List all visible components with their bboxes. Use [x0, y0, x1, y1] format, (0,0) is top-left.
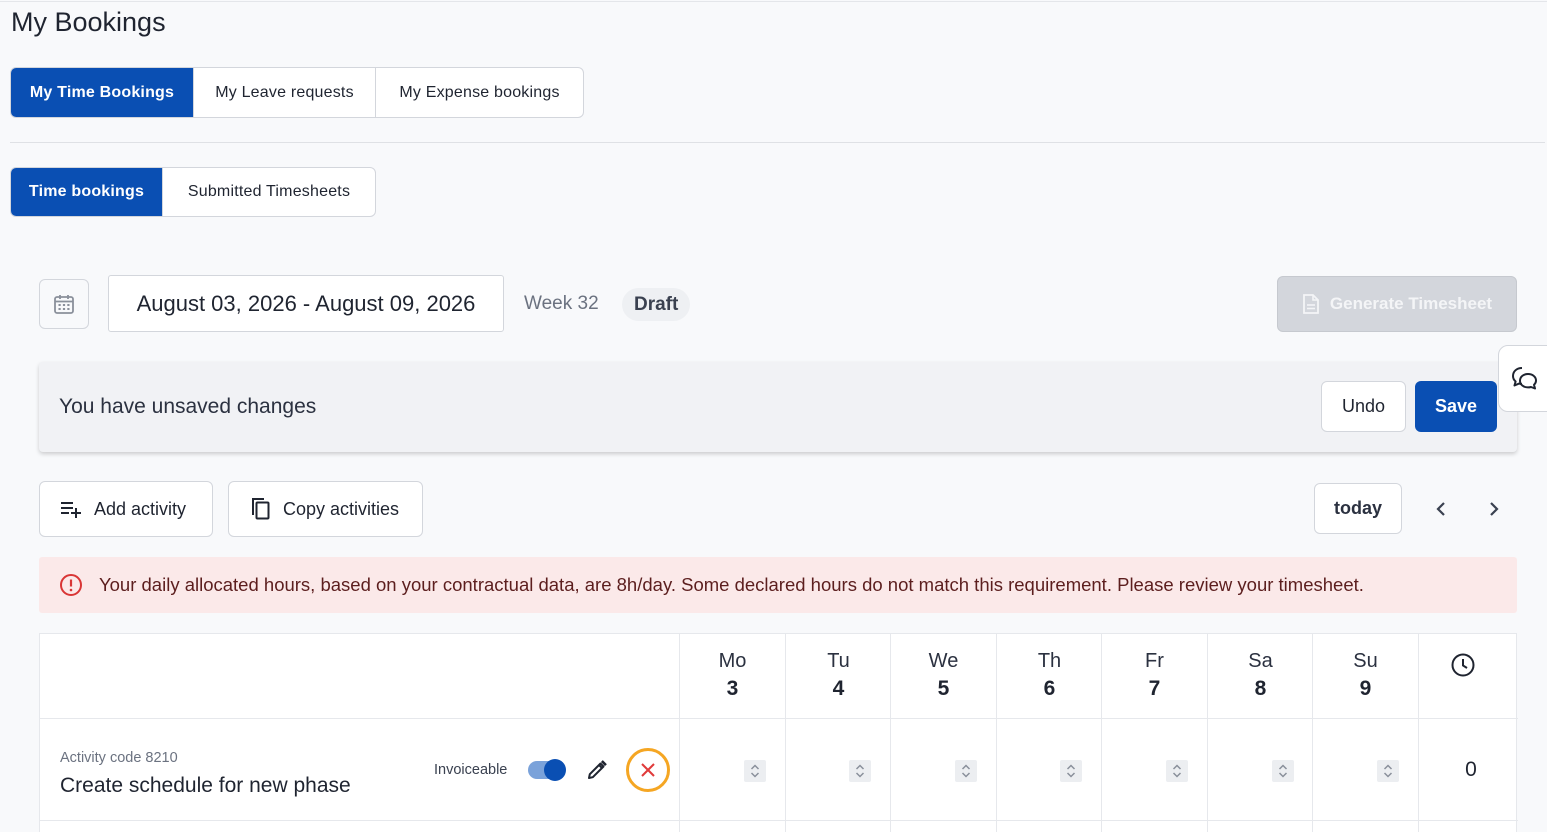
delete-activity-button[interactable]: [626, 748, 670, 792]
day-name: Sa: [1248, 650, 1273, 672]
day-name: Fr: [1145, 650, 1164, 672]
day-number: 7: [1148, 677, 1161, 700]
sub-tabs: Time bookings Submitted Timesheets: [10, 167, 376, 217]
alert-circle-icon: [59, 573, 83, 597]
previous-week-button[interactable]: [1426, 494, 1456, 524]
day-number: 4: [832, 677, 845, 700]
up-down-icon: [961, 764, 971, 778]
invoiceable-label: Invoiceable: [434, 762, 508, 778]
day-number: 8: [1254, 677, 1267, 700]
copy-icon: [252, 498, 270, 520]
day-header-fr: Fr 7: [1102, 634, 1207, 719]
hours-stepper-fr[interactable]: [1166, 760, 1188, 782]
date-range-field[interactable]: August 03, 2026 - August 09, 2026: [108, 275, 504, 332]
top-divider: [0, 1, 1547, 2]
activity-row: Activity code 8210 Create schedule for n…: [40, 720, 1518, 821]
hours-stepper-su[interactable]: [1377, 760, 1399, 782]
day-name: Tu: [827, 650, 850, 672]
tab-my-expense-bookings[interactable]: My Expense bookings: [376, 68, 583, 117]
save-button[interactable]: Save: [1415, 381, 1497, 432]
chevron-left-icon: [1436, 502, 1445, 516]
toggle-knob: [544, 759, 566, 781]
day-header-we: We 5: [891, 634, 996, 719]
hours-stepper-th[interactable]: [1060, 760, 1082, 782]
tab-time-bookings[interactable]: Time bookings: [11, 168, 163, 216]
calendar-icon: [54, 295, 74, 314]
day-number: 5: [937, 677, 950, 700]
row-total-hours: 0: [1465, 758, 1477, 781]
hours-warning-alert: Your daily allocated hours, based on you…: [39, 557, 1517, 613]
day-header-su: Su 9: [1313, 634, 1418, 719]
main-tabs: My Time Bookings My Leave requests My Ex…: [10, 67, 584, 118]
timesheet-grid: Mo 3 Tu 4 We 5 Th 6 Fr 7 Sa 8 Su 9 Activ…: [39, 633, 1518, 832]
hours-stepper-tu[interactable]: [849, 760, 871, 782]
day-name: Th: [1037, 650, 1062, 672]
up-down-icon: [1066, 764, 1076, 778]
activity-code: Activity code 8210: [60, 750, 178, 766]
hours-stepper-mo[interactable]: [744, 760, 766, 782]
playlist-add-icon: [61, 502, 81, 518]
document-icon: [1302, 294, 1319, 314]
generate-timesheet-label: Generate Timesheet: [1329, 294, 1493, 313]
generate-timesheet-button[interactable]: Generate Timesheet: [1277, 276, 1517, 332]
hours-stepper-we[interactable]: [955, 760, 977, 782]
week-label: Week 32: [524, 293, 599, 314]
hours-stepper-sa[interactable]: [1272, 760, 1294, 782]
add-activity-label: Add activity: [94, 498, 187, 519]
up-down-icon: [1383, 764, 1393, 778]
unsaved-message: You have unsaved changes: [59, 395, 317, 418]
page-title: My Bookings: [11, 7, 166, 37]
up-down-icon: [855, 764, 865, 778]
day-name: Su: [1353, 650, 1378, 672]
close-icon: [641, 763, 655, 777]
chat-bubbles-icon: [1512, 366, 1537, 389]
day-header-mo: Mo 3: [680, 634, 785, 719]
section-divider: [10, 142, 1545, 143]
activity-name: Create schedule for new phase: [60, 774, 351, 797]
up-down-icon: [750, 764, 760, 778]
status-badge: Draft: [622, 288, 691, 321]
up-down-icon: [1172, 764, 1182, 778]
day-number: 3: [726, 677, 739, 700]
tab-my-time-bookings[interactable]: My Time Bookings: [11, 68, 194, 117]
copy-activities-button[interactable]: Copy activities: [228, 481, 423, 537]
calendar-picker-button[interactable]: [39, 279, 89, 329]
day-name: We: [928, 650, 959, 672]
day-header-th: Th 6: [997, 634, 1102, 719]
copy-activities-label: Copy activities: [283, 498, 400, 519]
up-down-icon: [1278, 764, 1288, 778]
chevron-right-icon: [1490, 502, 1499, 516]
day-header-tu: Tu 4: [786, 634, 891, 719]
day-name: Mo: [718, 650, 747, 672]
tab-submitted-timesheets[interactable]: Submitted Timesheets: [163, 168, 375, 216]
invoiceable-toggle[interactable]: [528, 759, 566, 781]
next-week-button[interactable]: [1479, 494, 1509, 524]
add-activity-button[interactable]: Add activity: [39, 481, 213, 537]
today-button[interactable]: today: [1314, 483, 1402, 534]
tab-my-leave-requests[interactable]: My Leave requests: [194, 68, 376, 117]
pencil-icon[interactable]: [585, 758, 609, 782]
chat-widget-tab[interactable]: [1498, 345, 1547, 412]
day-number: 6: [1043, 677, 1056, 700]
grid-header: Mo 3 Tu 4 We 5 Th 6 Fr 7 Sa 8 Su 9: [40, 634, 1518, 719]
undo-button[interactable]: Undo: [1321, 381, 1406, 432]
day-number: 9: [1359, 677, 1372, 700]
unsaved-changes-banner: You have unsaved changes Undo Save: [39, 362, 1517, 452]
alert-message: Your daily allocated hours, based on you…: [99, 574, 1364, 595]
day-header-sa: Sa 8: [1208, 634, 1313, 719]
clock-icon: [1448, 650, 1478, 680]
